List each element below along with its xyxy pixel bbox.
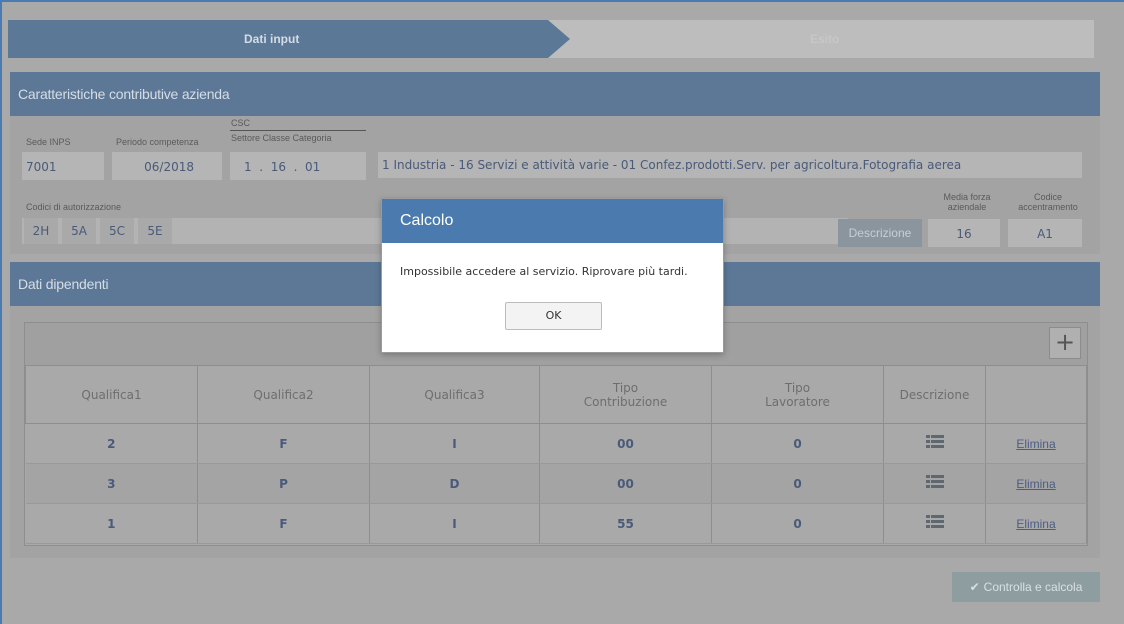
cell-action: Elimina xyxy=(985,503,1087,544)
cell-tipo-lavoratore: 0 xyxy=(711,423,884,464)
table-row: 3 P D 00 0 Elimina xyxy=(25,463,1087,504)
csc-description: 1 Industria - 16 Servizi e attività vari… xyxy=(378,152,1082,178)
cell-q2: F xyxy=(197,423,370,464)
cell-q3: D xyxy=(369,463,540,504)
cell-action: Elimina xyxy=(985,463,1087,504)
column-header: Qualifica1 xyxy=(25,365,198,424)
table-row: 2 F I 00 0 Elimina xyxy=(25,423,1087,464)
periodo-field[interactable]: 06/2018 xyxy=(112,152,222,180)
calcolo-dialog: Calcolo Impossibile accedere al servizio… xyxy=(381,198,724,353)
column-header: Qualifica2 xyxy=(197,365,370,424)
elimina-link[interactable]: Elimina xyxy=(1016,477,1055,491)
section-header-azienda: Caratteristiche contributive azienda xyxy=(10,72,1100,116)
cell-q2: P xyxy=(197,463,370,504)
cell-tipo-contribuzione: 00 xyxy=(539,423,712,464)
descrizione-button[interactable]: Descrizione xyxy=(838,219,922,247)
csc-sub-label: Settore Classe Categoria xyxy=(231,133,332,143)
step-esito-label[interactable]: Esito xyxy=(810,20,839,58)
cell-tipo-lavoratore: 0 xyxy=(711,463,884,504)
cell-q3: I xyxy=(369,423,540,464)
csc-divider xyxy=(230,130,366,131)
step-arrow xyxy=(548,20,570,58)
list-icon[interactable] xyxy=(925,475,944,489)
column-header-text: Tipo Lavoratore xyxy=(765,380,830,409)
elimina-link[interactable]: Elimina xyxy=(1016,437,1055,451)
cell-q1: 1 xyxy=(25,503,198,544)
cell-tipo-lavoratore: 0 xyxy=(711,503,884,544)
step-dati-input-label: Dati input xyxy=(244,32,300,46)
ok-button[interactable]: OK xyxy=(505,302,602,330)
column-header: Descrizione xyxy=(883,365,986,424)
codice-tag: 5E xyxy=(138,218,172,244)
list-icon[interactable] xyxy=(925,435,944,449)
codice-tag: 5A xyxy=(62,218,96,244)
codice-acc-label: Codice accentramento xyxy=(1018,192,1078,212)
column-header: Qualifica3 xyxy=(369,365,540,424)
list-icon[interactable] xyxy=(925,515,944,529)
table-row: 1 F I 55 0 Elimina xyxy=(25,503,1087,544)
csc-field[interactable]: 1 . 16 . 01 xyxy=(230,152,366,180)
codice-acc-field[interactable]: A1 xyxy=(1008,219,1082,247)
dialog-title: Calcolo xyxy=(382,199,723,243)
cell-descrizione xyxy=(883,503,986,544)
cell-tipo-contribuzione: 55 xyxy=(539,503,712,544)
cell-q2: F xyxy=(197,503,370,544)
wizard-steps: Dati input Esito xyxy=(8,20,1094,58)
plus-icon[interactable]: + xyxy=(1049,327,1081,359)
codice-tag: 2H xyxy=(24,218,58,244)
dipendenti-table-panel: + Qualifica1 Qualifica2 Qualifica3 Tipo … xyxy=(24,322,1088,546)
elimina-link[interactable]: Elimina xyxy=(1016,517,1055,531)
codice-tag: 5C xyxy=(100,218,134,244)
sede-label: Sede INPS xyxy=(26,137,71,147)
cell-q1: 3 xyxy=(25,463,198,504)
cell-tipo-contribuzione: 00 xyxy=(539,463,712,504)
column-header: Tipo Lavoratore xyxy=(711,365,884,424)
cell-q3: I xyxy=(369,503,540,544)
cell-descrizione xyxy=(883,463,986,504)
sede-field[interactable]: 7001 xyxy=(22,152,104,180)
column-header xyxy=(985,365,1087,424)
dialog-message: Impossibile accedere al servizio. Riprov… xyxy=(400,265,688,278)
cell-action: Elimina xyxy=(985,423,1087,464)
codici-label: Codici di autorizzazione xyxy=(26,202,122,212)
cell-q1: 2 xyxy=(25,423,198,464)
check-icon: ✔ xyxy=(969,580,980,594)
media-field[interactable]: 16 xyxy=(928,219,1000,247)
periodo-label: Periodo competenza xyxy=(116,137,199,147)
column-header: Tipo Contribuzione xyxy=(539,365,712,424)
column-header-text: Tipo Contribuzione xyxy=(583,380,668,409)
controlla-calcola-button[interactable]: ✔ Controlla e calcola xyxy=(952,572,1100,602)
controlla-calcola-label: Controlla e calcola xyxy=(983,580,1083,594)
csc-label: CSC xyxy=(231,118,251,128)
dipendenti-table: Qualifica1 Qualifica2 Qualifica3 Tipo Co… xyxy=(25,365,1087,544)
cell-descrizione xyxy=(883,423,986,464)
media-label: Media forza aziendale xyxy=(943,192,991,212)
